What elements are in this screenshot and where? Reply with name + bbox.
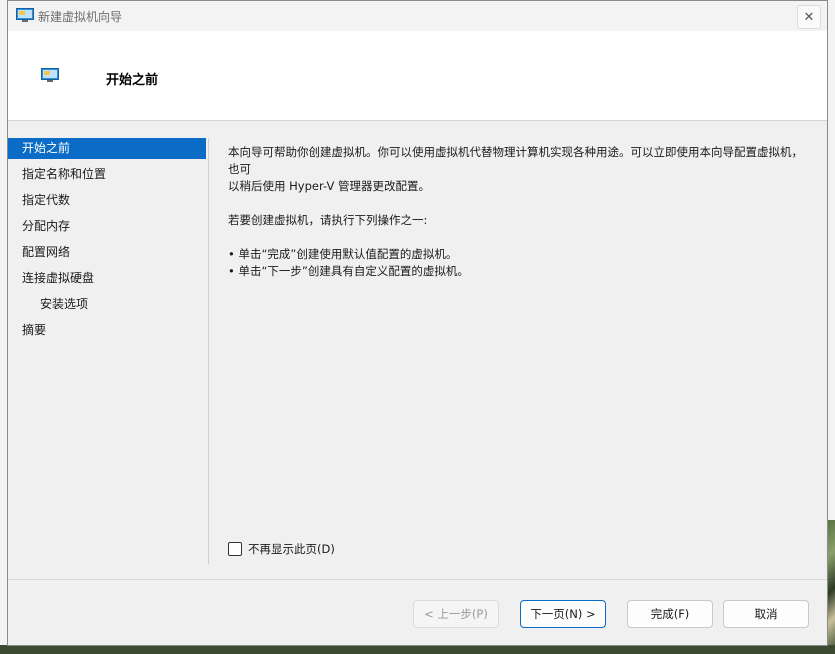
bullet-next: • 单击“下一步”创建具有自定义配置的虚拟机。: [228, 264, 469, 278]
dont-show-again-label[interactable]: 不再显示此页(D): [248, 541, 335, 557]
step-installation-options[interactable]: 安装选项: [8, 294, 206, 315]
step-name-and-location[interactable]: 指定名称和位置: [8, 164, 206, 185]
step-networking[interactable]: 配置网络: [8, 242, 206, 263]
step-summary[interactable]: 摘要: [8, 320, 206, 341]
next-button[interactable]: 下一页(N) >: [520, 600, 606, 628]
intro-text-line1: 本向导可帮助你创建虚拟机。你可以使用虚拟机代替物理计算机实现各种用途。可以立即使…: [228, 145, 803, 176]
finish-button[interactable]: 完成(F): [627, 600, 713, 628]
step-memory[interactable]: 分配内存: [8, 216, 206, 237]
dont-show-again-checkbox[interactable]: [228, 542, 242, 556]
footer-divider: [8, 579, 827, 580]
step-generation[interactable]: 指定代数: [8, 190, 206, 211]
wizard-content: 本向导可帮助你创建虚拟机。你可以使用虚拟机代替物理计算机实现各种用途。可以立即使…: [228, 144, 808, 280]
dont-show-again-row[interactable]: 不再显示此页(D): [228, 541, 335, 557]
window-title: 新建虚拟机向导: [38, 10, 123, 24]
step-before-you-begin[interactable]: 开始之前: [8, 138, 206, 159]
step-virtual-hard-disk[interactable]: 连接虚拟硬盘: [8, 268, 206, 289]
page-title: 开始之前: [106, 73, 159, 88]
close-icon: ✕: [803, 9, 815, 25]
previous-button[interactable]: < 上一步(P): [413, 600, 499, 628]
close-button[interactable]: ✕: [797, 5, 821, 29]
wizard-steps-sidebar: 开始之前 指定名称和位置 指定代数 分配内存 配置网络 连接虚拟硬盘 安装选项 …: [8, 138, 209, 564]
intro-text-line2: 以稍后使用 Hyper-V 管理器更改配置。: [228, 179, 430, 193]
wizard-header: 开始之前: [8, 31, 827, 121]
hyper-v-app-icon: [16, 8, 34, 22]
instruction-text: 若要创建虚拟机，请执行下列操作之一:: [228, 213, 428, 227]
title-bar[interactable]: 新建虚拟机向导 ✕: [8, 1, 827, 31]
cancel-button[interactable]: 取消: [723, 600, 809, 628]
desktop-wallpaper-bottom: [0, 645, 835, 654]
bullet-finish: • 单击“完成”创建使用默认值配置的虚拟机。: [228, 247, 458, 261]
vm-icon: [41, 68, 59, 82]
new-vm-wizard-dialog: 新建虚拟机向导 ✕ 开始之前 开始之前 指定名称和位置 指定代数 分配内存 配置…: [7, 0, 828, 646]
